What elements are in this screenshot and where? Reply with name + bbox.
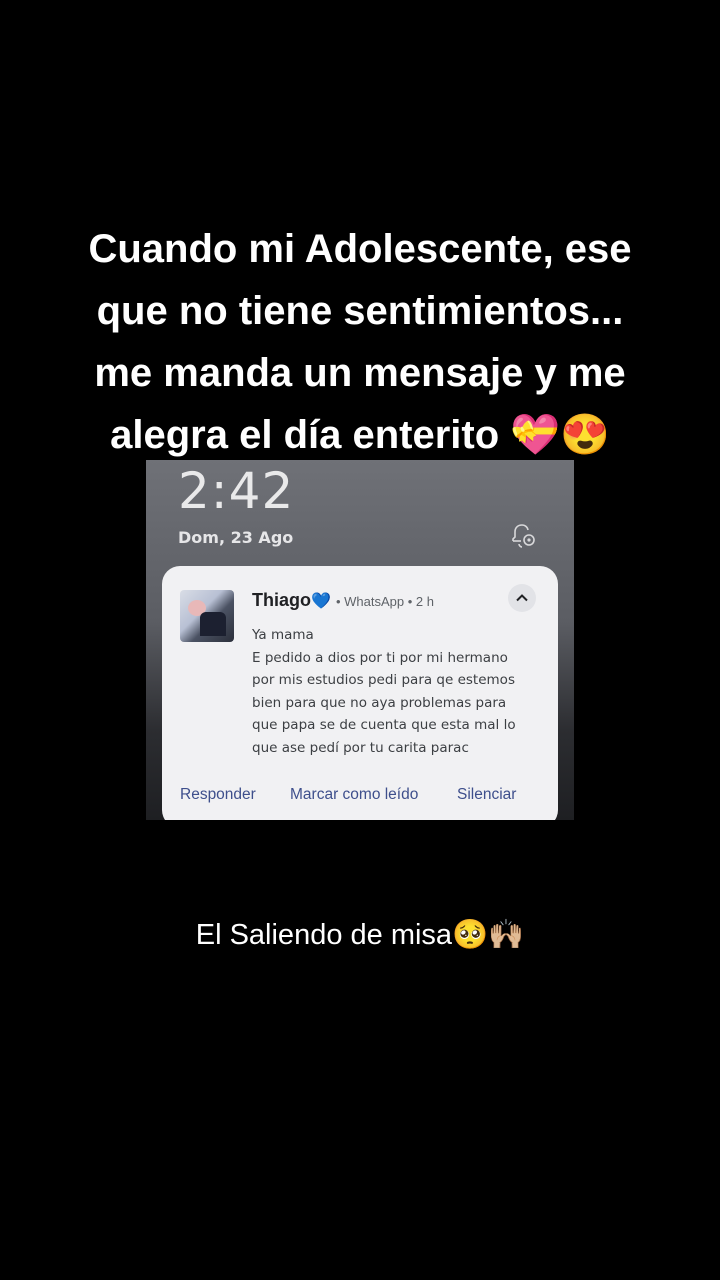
notification-card[interactable]: Thiago💙 • WhatsApp • 2 h Ya mama E pedid… xyxy=(162,566,558,820)
lockscreen-date: Dom, 23 Ago xyxy=(178,528,294,547)
caption-text: Cuando mi Adolescente, ese que no tiene … xyxy=(40,218,680,466)
message-line: que papa se de cuenta que esta mal lo xyxy=(252,717,516,734)
notification-sender: Thiago💙 xyxy=(252,590,331,611)
lockscreen-screenshot: 2:42 Dom, 23 Ago Thiago💙 • WhatsApp • 2 … xyxy=(146,460,574,820)
notification-actions: Responder Marcar como leído Silenciar xyxy=(162,782,558,808)
notification-message: Ya mama E pedido a dios por ti por mi he… xyxy=(252,624,542,760)
caption-line: que no tiene sentimientos... xyxy=(96,289,624,333)
notification-meta: • WhatsApp • 2 h xyxy=(336,594,434,609)
bell-settings-icon[interactable] xyxy=(508,522,538,550)
message-line: bien para que no aya problemas para xyxy=(252,694,507,711)
message-line: E pedido a dios por ti por mi hermano xyxy=(252,649,508,666)
lockscreen-time: 2:42 xyxy=(178,462,295,520)
avatar xyxy=(180,590,234,642)
mute-button[interactable]: Silenciar xyxy=(457,786,516,804)
footer-caption: El Saliendo de misa🥺🙌🏼 xyxy=(195,919,525,951)
message-line: Ya mama xyxy=(252,627,314,643)
blue-heart-icon: 💙 xyxy=(311,593,331,610)
caption-line: alegra el día enterito 💝😍 xyxy=(110,413,610,457)
caption-line: Cuando mi Adolescente, ese xyxy=(88,227,632,271)
reply-button[interactable]: Responder xyxy=(180,786,256,804)
message-line: por mis estudios pedi para qe estemos xyxy=(252,672,515,689)
sender-name: Thiago xyxy=(252,590,311,610)
caption-line: me manda un mensaje y me xyxy=(94,351,626,395)
mark-read-button[interactable]: Marcar como leído xyxy=(290,786,418,804)
message-line: que ase pedí por tu carita parac xyxy=(252,739,469,756)
chevron-up-icon[interactable] xyxy=(508,584,536,612)
